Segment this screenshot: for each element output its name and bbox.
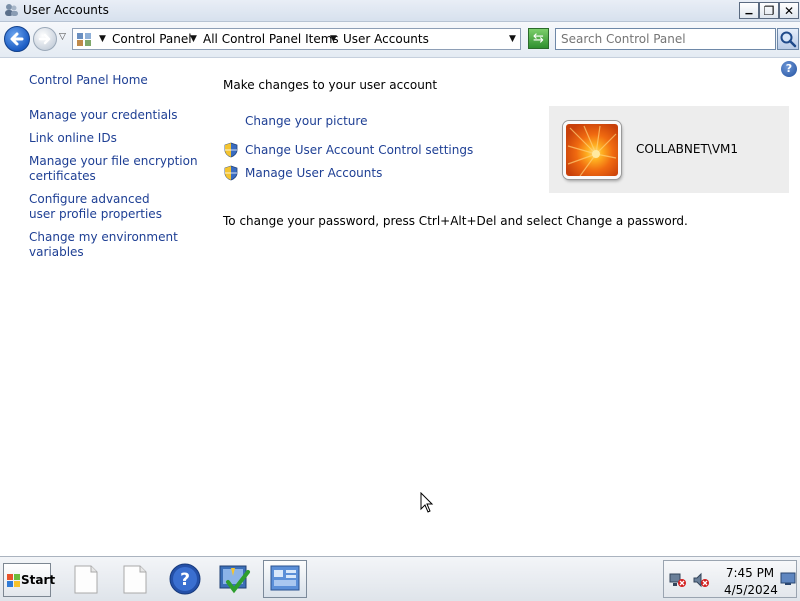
close-icon: ✕ (783, 3, 795, 18)
password-instructions: To change your password, press Ctrl+Alt+… (223, 214, 688, 228)
breadcrumb-chevron-icon[interactable]: ▼ (330, 34, 337, 44)
back-arrow-icon (10, 32, 24, 46)
uac-shield-icon (224, 142, 238, 158)
windows-flag-icon (7, 574, 20, 587)
breadcrumb-user-accounts[interactable]: User Accounts (343, 32, 429, 46)
taskbar: Start ? 7:45 PM 4/5/2024 (0, 556, 800, 601)
sidebar-home-link[interactable]: Control Panel Home (29, 73, 199, 88)
recent-pages-chevron-icon[interactable]: ▽ (59, 32, 66, 42)
search-button[interactable] (777, 28, 799, 50)
user-name: COLLABNET\VM1 (636, 142, 739, 156)
taskbar-help-button[interactable]: ? (163, 560, 207, 598)
notification-area: 7:45 PM 4/5/2024 (663, 560, 797, 598)
search-input[interactable] (561, 30, 771, 48)
uac-shield-icon (224, 165, 238, 181)
user-account-panel: COLLABNET\VM1 (549, 106, 789, 193)
clock-date[interactable]: 4/5/2024 (724, 583, 778, 597)
address-bar[interactable]: ▼ Control Panel ▼ All Control Panel Item… (72, 28, 521, 50)
taskbar-document-button[interactable] (113, 560, 157, 598)
forward-arrow-icon (38, 33, 51, 45)
taskbar-document-button[interactable] (64, 560, 108, 598)
forward-button[interactable] (33, 27, 57, 51)
minimize-icon: ▁ (745, 5, 753, 15)
back-button[interactable] (4, 26, 30, 52)
uac-settings-link[interactable]: Change User Account Control settings (245, 143, 473, 157)
navigation-bar: ▽ ▼ Control Panel ▼ All Control Panel It… (0, 22, 800, 58)
window-title: User Accounts (23, 3, 109, 17)
control-panel-icon (270, 565, 300, 591)
help-icon: ? (169, 563, 201, 595)
refresh-button[interactable]: ⇆ (528, 28, 549, 49)
help-icon[interactable]: ? (781, 61, 797, 77)
breadcrumb-chevron-icon[interactable]: ▼ (190, 34, 197, 44)
svg-text:?: ? (180, 570, 190, 590)
address-dropdown-icon[interactable]: ▼ (509, 34, 516, 44)
user-picture[interactable] (563, 121, 621, 179)
sidebar-item-encryption-certificates[interactable]: Manage your file encryption certificates (29, 154, 199, 184)
refresh-icon: ⇆ (533, 31, 544, 46)
restore-button[interactable]: ❐ (759, 2, 779, 19)
breadcrumb-chevron-icon[interactable]: ▼ (99, 34, 106, 44)
start-button[interactable]: Start (3, 563, 55, 597)
change-picture-link[interactable]: Change your picture (245, 114, 367, 128)
sidebar-item-credentials[interactable]: Manage your credentials (29, 108, 199, 123)
manage-user-accounts-link[interactable]: Manage User Accounts (245, 166, 382, 180)
mouse-cursor-icon (420, 492, 434, 513)
volume-muted-icon[interactable] (692, 572, 710, 588)
document-icon (74, 565, 98, 594)
taskbar-admin-tools-button[interactable] (212, 560, 256, 598)
start-label: Start (21, 573, 56, 587)
title-bar: User Accounts ▁ ❐ ✕ (0, 0, 800, 22)
network-disconnected-icon[interactable] (669, 572, 687, 588)
minimize-button[interactable]: ▁ (739, 2, 759, 19)
admin-checklist-icon (219, 565, 250, 594)
sidebar-item-profile-properties[interactable]: Configure advanced user profile properti… (29, 192, 179, 222)
close-button[interactable]: ✕ (779, 2, 799, 19)
user-accounts-icon (5, 4, 18, 16)
search-box[interactable] (555, 28, 776, 50)
clock-time[interactable]: 7:45 PM (724, 566, 776, 580)
breadcrumb-all-items[interactable]: All Control Panel Items (203, 32, 339, 46)
control-panel-icon (77, 33, 91, 46)
page-title: Make changes to your user account (223, 78, 438, 92)
search-icon (780, 31, 797, 48)
show-desktop-icon[interactable] (780, 572, 796, 586)
document-icon (123, 565, 147, 594)
sidebar-item-online-ids[interactable]: Link online IDs (29, 131, 199, 146)
flower-picture-icon (567, 125, 617, 176)
taskbar-control-panel-button[interactable] (263, 560, 307, 598)
breadcrumb-control-panel[interactable]: Control Panel (112, 32, 192, 46)
sidebar-item-environment-variables[interactable]: Change my environment variables (29, 230, 179, 260)
restore-icon: ❐ (763, 3, 775, 18)
